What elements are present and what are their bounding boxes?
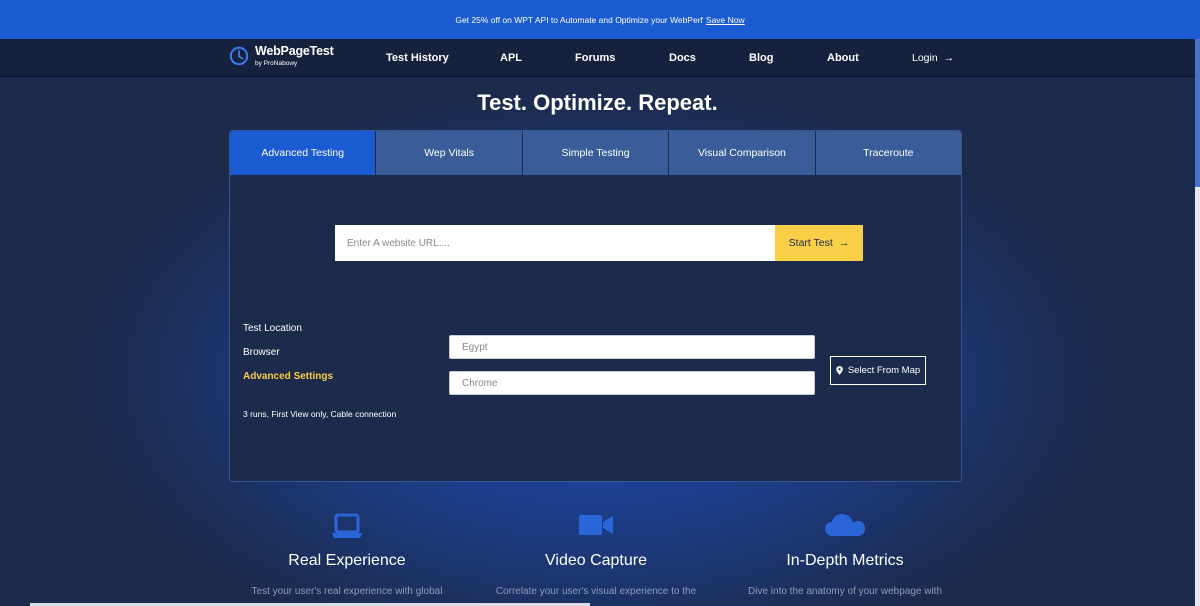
advanced-settings-link[interactable]: Advanced Settings: [243, 371, 333, 382]
tab-simple-testing[interactable]: Simple Testing: [522, 131, 670, 175]
url-input[interactable]: [335, 225, 775, 261]
nav-forums[interactable]: Forums: [575, 52, 615, 64]
start-test-button[interactable]: Start Test →: [775, 225, 863, 261]
select-from-map-label: Select From Map: [847, 365, 921, 376]
login-label: Login: [912, 52, 938, 64]
tab-web-vitals[interactable]: Wep Vitals: [376, 131, 523, 175]
test-location-select[interactable]: Egypt: [449, 335, 815, 359]
login-link[interactable]: Login →: [912, 52, 954, 64]
nav-test-history[interactable]: Test History: [386, 52, 449, 64]
feature-real-experience: Real Experience Test your user's real ex…: [222, 510, 472, 599]
nav-docs[interactable]: Docs: [669, 52, 696, 64]
browser-select[interactable]: Chrome: [449, 371, 815, 395]
feature-title: In-Depth Metrics: [786, 552, 904, 569]
promo-banner: Get 25% off on WPT API to Automate and O…: [0, 0, 1200, 39]
nav-apl[interactable]: APL: [500, 52, 522, 64]
laptop-icon: [332, 513, 362, 538]
clock-icon: [229, 46, 249, 66]
cloud-icon: [825, 514, 865, 536]
nav-blog[interactable]: Blog: [749, 52, 773, 64]
feature-title: Video Capture: [545, 552, 647, 569]
video-camera-icon: [579, 515, 613, 535]
arrow-right-icon: →: [943, 52, 955, 64]
browser-label: Browser: [243, 347, 280, 358]
promo-save-now-link[interactable]: Save Now: [706, 15, 745, 25]
test-location-value: Egypt: [462, 341, 488, 353]
top-navbar: WebPageTest by ProNabowy Test History AP…: [0, 39, 1195, 77]
feature-in-depth-metrics: In-Depth Metrics Dive into the anatomy o…: [720, 510, 970, 599]
feature-description: Correlate your user's visual experience …: [495, 586, 697, 597]
feature-title: Real Experience: [288, 552, 406, 569]
browser-value: Chrome: [462, 377, 498, 389]
logo-title: WebPageTest: [255, 44, 334, 58]
feature-description: Dive into the anatomy of your webpage wi…: [748, 586, 942, 597]
tab-visual-comparison[interactable]: Visual Comparison: [669, 131, 816, 175]
feature-description: Test your user's real experience with gl…: [251, 586, 443, 597]
promo-text: Get 25% off on WPT API to Automate and O…: [455, 14, 703, 25]
logo-subtitle: by ProNabowy: [255, 59, 298, 67]
test-card: Advanced Testing Wep Vitals Simple Testi…: [229, 130, 962, 482]
start-test-label: Start Test: [788, 237, 833, 249]
feature-video-capture: Video Capture Correlate your user's visu…: [471, 510, 721, 599]
logo[interactable]: WebPageTest by ProNabowy: [229, 45, 334, 67]
map-pin-icon: [836, 366, 843, 375]
test-tabs: Advanced Testing Wep Vitals Simple Testi…: [230, 131, 961, 175]
select-from-map-button[interactable]: Select From Map: [830, 356, 926, 385]
arrow-right-icon: →: [838, 237, 850, 249]
tab-traceroute[interactable]: Traceroute: [815, 131, 961, 175]
test-location-label: Test Location: [243, 323, 302, 334]
page-title: Test. Optimize. Repeat.: [477, 90, 718, 115]
scrollbar-thumb[interactable]: [1195, 39, 1200, 187]
nav-about[interactable]: About: [827, 52, 859, 64]
settings-summary: 3 runs, First View only, Cable connectio…: [243, 409, 397, 419]
tab-advanced-testing[interactable]: Advanced Testing: [230, 131, 377, 175]
